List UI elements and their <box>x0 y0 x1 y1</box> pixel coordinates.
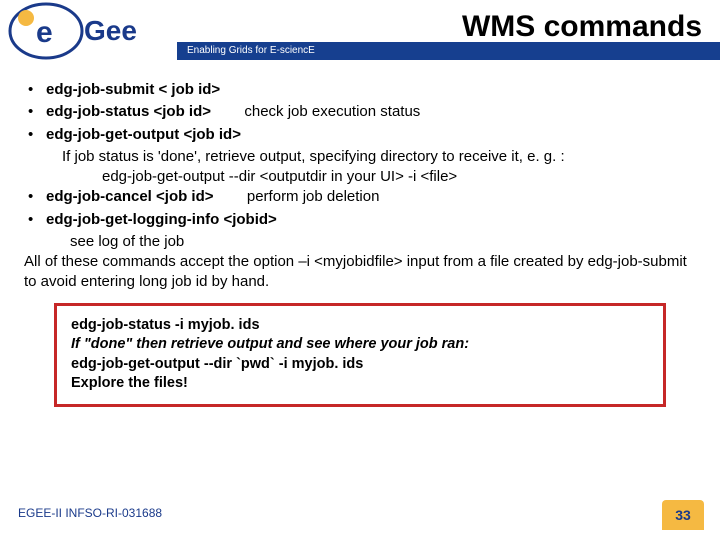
cmd-text: edg-job-status <job id> <box>46 103 211 120</box>
cmd-text: edg-job-submit < job id> <box>46 81 220 98</box>
list-item: edg-job-get-output <job id> <box>24 125 696 145</box>
sub-text: see log of the job <box>24 232 696 252</box>
slide-title: WMS commands <box>462 10 702 44</box>
list-item: edg-job-cancel <job id> perform job dele… <box>24 187 696 207</box>
cmd-text: edg-job-get-output <job id> <box>46 126 241 143</box>
footer-id: EGEE-II INFSO-RI-031688 <box>18 506 162 520</box>
page-number: 33 <box>662 500 704 530</box>
slide-header: e Gee WMS commands Enabling Grids for E-… <box>0 0 720 62</box>
slide-body: edg-job-submit < job id> edg-job-status … <box>0 62 720 407</box>
tail-text: All of these commands accept the option … <box>24 252 696 293</box>
highlight-box: edg-job-status -i myjob. ids If "done" t… <box>54 303 666 407</box>
cmd-text: edg-job-cancel <job id> <box>46 188 214 205</box>
tagline-bar: Enabling Grids for E-sciencE <box>177 42 720 60</box>
box-line: edg-job-get-output --dir `pwd` -i myjob.… <box>71 355 649 375</box>
list-item: edg-job-get-logging-info <jobid> <box>24 210 696 230</box>
desc-text: check job execution status <box>244 103 420 120</box>
box-line: edg-job-status -i myjob. ids <box>71 316 649 336</box>
desc-text: perform job deletion <box>247 188 380 205</box>
svg-text:e: e <box>36 16 53 49</box>
list-item: edg-job-submit < job id> <box>24 80 696 100</box>
sub-text: edg-job-get-output --dir <outputdir in y… <box>24 167 696 187</box>
svg-text:Gee: Gee <box>84 15 137 46</box>
egee-logo: e Gee <box>6 2 181 60</box>
box-line: If "done" then retrieve output and see w… <box>71 335 649 355</box>
list-item: edg-job-status <job id> check job execut… <box>24 102 696 122</box>
cmd-text: edg-job-get-logging-info <jobid> <box>46 211 277 228</box>
box-line: Explore the files! <box>71 374 649 394</box>
sub-text: If job status is 'done', retrieve output… <box>24 147 696 167</box>
